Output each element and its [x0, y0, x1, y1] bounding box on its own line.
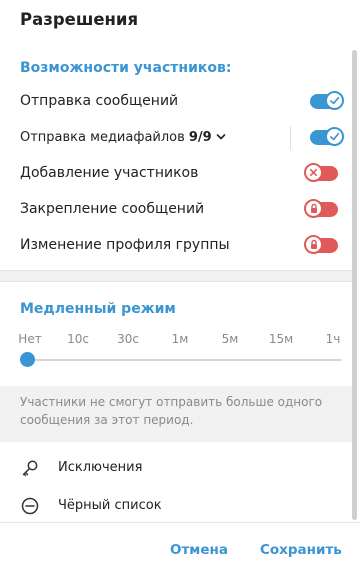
cancel-button[interactable]: Отмена — [170, 542, 228, 558]
exceptions-link[interactable]: Исключения — [0, 450, 352, 486]
chevron-down-icon[interactable] — [216, 130, 226, 145]
change-info-toggle[interactable] — [304, 235, 338, 254]
slow-mode-info: Участники не смогут отправить больше одн… — [0, 386, 352, 442]
permissions-section-title: Возможности участников: — [20, 60, 232, 76]
lock-icon — [304, 199, 323, 218]
slow-mode-slider-thumb[interactable] — [20, 352, 35, 367]
blacklist-link[interactable]: Чёрный список — [0, 488, 352, 524]
slow-mode-option[interactable]: 15м — [269, 332, 293, 346]
slow-mode-option[interactable]: 1ч — [326, 332, 341, 346]
add-members-toggle[interactable] — [304, 163, 338, 182]
permission-label: Изменение профиля группы — [20, 237, 230, 253]
permission-row-send-messages[interactable]: Отправка сообщений — [0, 84, 352, 120]
blacklist-label: Чёрный список — [58, 498, 162, 513]
check-icon — [325, 91, 344, 110]
x-icon — [304, 163, 323, 182]
check-icon — [325, 127, 344, 146]
permission-label: Отправка медиафайлов — [20, 130, 185, 145]
send-messages-toggle[interactable] — [310, 91, 344, 110]
permission-label: Закрепление сообщений — [20, 201, 205, 217]
send-media-toggle[interactable] — [310, 127, 344, 146]
permission-row-add-members[interactable]: Добавление участников — [0, 156, 352, 192]
exceptions-label: Исключения — [58, 460, 143, 475]
scrollbar-thumb[interactable] — [352, 50, 357, 520]
dialog-header: Разрешения — [0, 0, 360, 44]
permission-row-change-info[interactable]: Изменение профиля группы — [0, 228, 352, 264]
slow-mode-option[interactable]: 1м — [172, 332, 189, 346]
permission-row-pin-messages[interactable]: Закрепление сообщений — [0, 192, 352, 228]
save-button[interactable]: Сохранить — [260, 542, 342, 558]
permission-label: Отправка сообщений — [20, 93, 179, 109]
slow-mode-option[interactable]: Нет — [18, 332, 41, 346]
row-separator — [290, 126, 291, 150]
section-divider — [0, 270, 352, 282]
key-icon — [20, 458, 40, 478]
slow-mode-slider-track[interactable] — [27, 359, 341, 361]
media-count-badge: 9/9 — [188, 130, 212, 145]
dialog-title: Разрешения — [20, 10, 139, 29]
slow-mode-option[interactable]: 5м — [222, 332, 239, 346]
slow-mode-option[interactable]: 10с — [67, 332, 89, 346]
slow-mode-title: Медленный режим — [20, 301, 176, 317]
lock-icon — [304, 235, 323, 254]
dialog-footer: Отмена Сохранить — [0, 522, 360, 574]
permission-label: Добавление участников — [20, 165, 199, 181]
permission-row-send-media[interactable]: Отправка медиафайлов 9/9 — [0, 120, 352, 156]
slow-mode-scale: Нет 10с 30с 1м 5м 15м 1ч — [0, 332, 352, 348]
pin-messages-toggle[interactable] — [304, 199, 338, 218]
minus-circle-icon — [20, 496, 40, 516]
slow-mode-option[interactable]: 30с — [117, 332, 139, 346]
